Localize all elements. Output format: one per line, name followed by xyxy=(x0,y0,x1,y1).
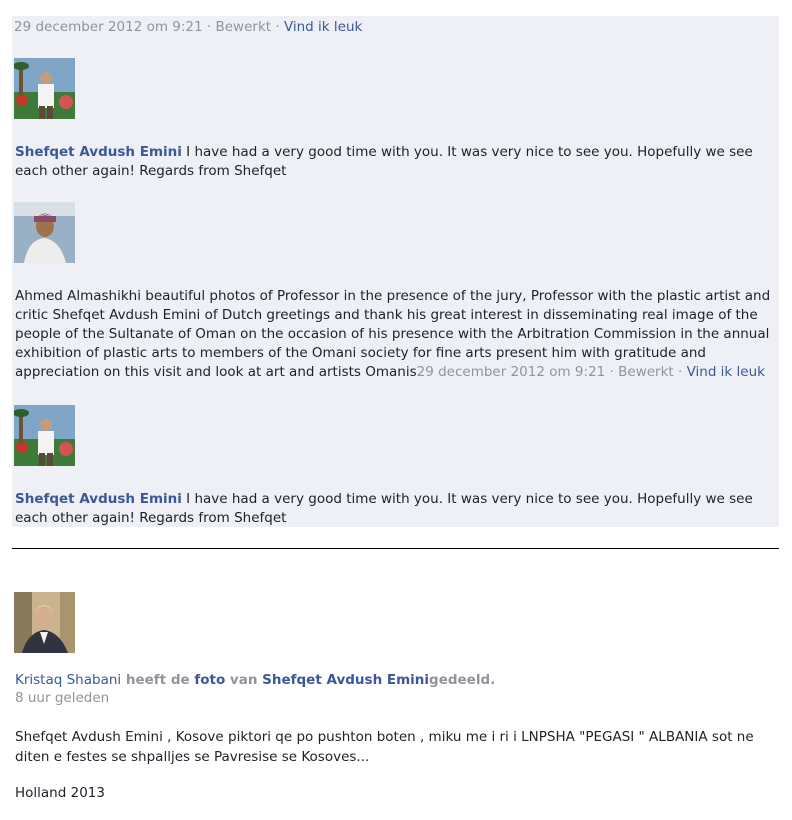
avatar[interactable] xyxy=(14,405,75,466)
post-header: Kristaq Shabani heeft de foto van Shefqe… xyxy=(15,672,496,688)
post-timestamp[interactable]: 8 uur geleden xyxy=(15,689,109,708)
comment-author[interactable]: Shefqet Avdush Emini xyxy=(15,144,182,160)
avatar[interactable] xyxy=(14,592,75,653)
avatar-photo-icon xyxy=(14,592,75,653)
post-body: Shefqet Avdush Emini , Kosove piktori qe… xyxy=(15,729,754,765)
edited-label: Bewerkt xyxy=(215,19,272,35)
comment-author[interactable]: Shefqet Avdush Emini xyxy=(15,491,182,507)
comment-text: Shefqet Avdush Emini I have had a very g… xyxy=(15,490,775,528)
avatar[interactable] xyxy=(14,58,75,119)
post-date[interactable]: 29 december 2012 om 9:21 xyxy=(14,19,203,35)
comment-date[interactable]: 29 december 2012 om 9:21 xyxy=(417,364,606,380)
owner-name[interactable]: Shefqet Avdush Emini xyxy=(262,672,429,688)
avatar-photo-icon xyxy=(14,405,75,466)
avatar-photo-icon xyxy=(14,202,75,263)
sharer-name[interactable]: Kristaq Shabani xyxy=(15,672,121,688)
like-link[interactable]: Vind ik leuk xyxy=(284,19,362,35)
post-meta: 29 december 2012 om 9:21 · Bewerkt · Vin… xyxy=(14,19,363,35)
like-link[interactable]: Vind ik leuk xyxy=(687,364,765,380)
comment-text: Shefqet Avdush Emini I have had a very g… xyxy=(15,143,775,181)
avatar-photo-icon xyxy=(14,58,75,119)
photo-link[interactable]: foto xyxy=(194,672,225,688)
comment-text: Ahmed Almashikhi beautiful photos of Pro… xyxy=(15,288,771,380)
post-location: Holland 2013 xyxy=(15,785,105,801)
avatar[interactable] xyxy=(14,202,75,263)
edited-label: Bewerkt xyxy=(618,364,674,380)
comments-panel xyxy=(12,16,779,527)
divider xyxy=(12,548,779,549)
